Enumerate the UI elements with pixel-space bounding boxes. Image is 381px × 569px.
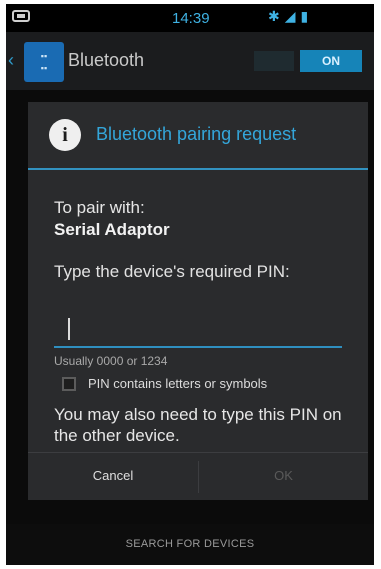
settings-app-icon[interactable]: ▪▪ ▪▪ (24, 42, 64, 82)
status-time: 14:39 (172, 10, 210, 27)
dialog-title: Bluetooth pairing request (96, 124, 297, 144)
dialog-button-bar: Cancel OK (28, 452, 368, 501)
status-icons: ✱◢▮ (268, 8, 313, 25)
toggle-off-segment[interactable] (254, 51, 294, 71)
cancel-button[interactable]: Cancel (28, 453, 198, 501)
pin-prompt: Type the device's required PIN: (54, 262, 290, 281)
status-bar: 14:39 ✱◢▮ (6, 4, 374, 32)
dialog-header: i Bluetooth pairing request (28, 102, 368, 170)
dialog-title-divider (28, 168, 368, 170)
bluetooth-toggle[interactable]: ON (300, 50, 362, 72)
pin-input-underline (54, 346, 342, 348)
pin-input[interactable] (54, 312, 342, 348)
text-cursor (68, 318, 70, 340)
bluetooth-icon: ✱ (268, 8, 285, 24)
ok-button[interactable]: OK (199, 453, 368, 501)
action-bar-title: Bluetooth (68, 50, 145, 70)
notification-icon (12, 10, 30, 22)
pairing-note: You may also need to type this PIN on th… (54, 405, 342, 445)
phone-screen: 14:39 ✱◢▮ ‹ ▪▪ ▪▪ Bluetooth ON SEARCH FOR… (6, 4, 374, 565)
info-icon: i (49, 119, 81, 151)
to-pair-label: To pair with: (54, 198, 145, 217)
device-name: Serial Adaptor (54, 220, 170, 239)
battery-icon: ▮ (300, 8, 314, 24)
pairing-dialog: i Bluetooth pairing request To pair with… (28, 102, 368, 500)
pin-letters-checkbox-label[interactable]: PIN contains letters or symbols (88, 376, 267, 391)
back-chevron-icon[interactable]: ‹ (8, 50, 14, 71)
pin-hint: Usually 0000 or 1234 (54, 354, 168, 368)
pin-letters-checkbox[interactable] (62, 377, 76, 391)
action-bar: ‹ ▪▪ ▪▪ Bluetooth ON (6, 32, 374, 90)
signal-icon: ◢ (284, 8, 301, 24)
search-for-devices-button[interactable]: SEARCH FOR DEVICES (6, 524, 374, 565)
